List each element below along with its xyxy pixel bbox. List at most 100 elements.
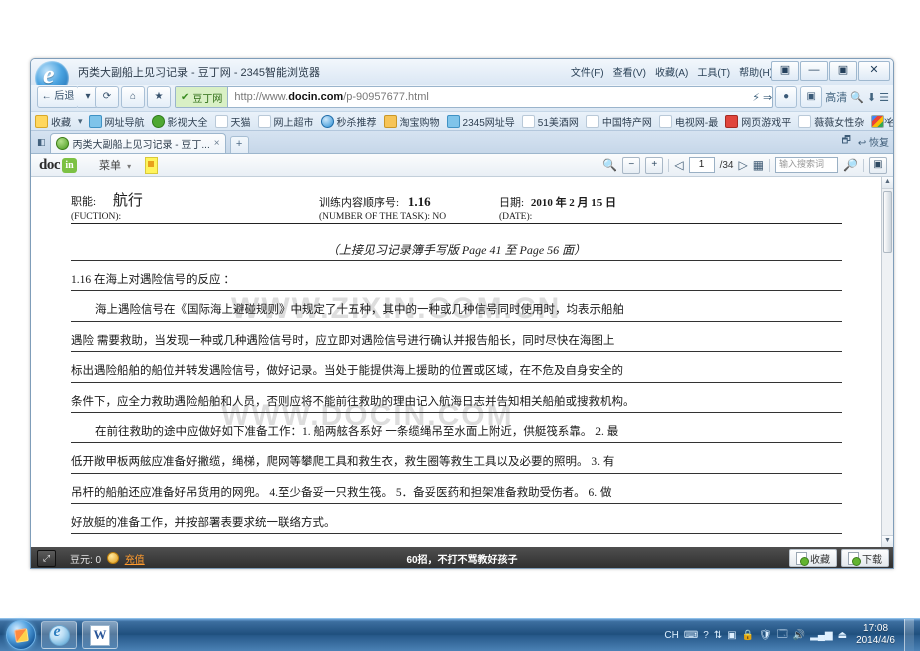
favorite-star-icon[interactable]: ★	[147, 86, 171, 108]
image-mode-icon[interactable]: ▣	[800, 86, 823, 108]
bookmark-label: 网上超市	[273, 117, 314, 129]
tab-label: 丙类大副船上见习记录 - 豆丁...	[72, 140, 210, 151]
bookmark-label: 网页游戏平	[741, 117, 792, 129]
taskbar-item-microsoft-word[interactable]: W	[82, 621, 118, 649]
game-icon	[725, 114, 739, 128]
body-line: 低开敞甲板两舷应准备好撇缆，绳梯，爬网等攀爬工具和救生衣，救生圈等救生工具以及必…	[71, 455, 842, 474]
help-icon[interactable]: ?	[703, 630, 709, 641]
viewer-scrollbar[interactable]: ▲ ▼	[881, 177, 893, 547]
bookmark-item[interactable]: 薇薇女性杂	[798, 114, 864, 129]
navigation-bar: ← 后退 ▾ ⟳ ⌂ ★ ✔ 豆丁网 http://www.docin.com/…	[31, 85, 893, 111]
docin-logo-text: doc	[39, 156, 61, 173]
new-tab-button[interactable]: +	[229, 136, 249, 153]
bookmark-item[interactable]: 2345网址导	[446, 114, 515, 129]
bookmark-item[interactable]: 淘宝购物	[383, 114, 440, 129]
bookmark-item[interactable]: 影视大全	[151, 114, 208, 129]
recharge-link[interactable]: 充值	[125, 555, 145, 566]
window-skin-button[interactable]: ▣	[771, 61, 799, 81]
zoom-out-button[interactable]: −	[622, 156, 641, 174]
bookmark-item[interactable]: 网页游戏平	[725, 114, 791, 129]
app-icon[interactable]: ▣	[727, 630, 736, 641]
menu-help[interactable]: 帮助(H)	[739, 64, 773, 79]
function-en: (FUCTION):	[71, 212, 122, 222]
bookmark-item[interactable]: 秒杀推荐	[320, 114, 377, 129]
docin-logo[interactable]: doc in	[39, 157, 77, 174]
menu-tools[interactable]: 工具(T)	[697, 64, 730, 79]
function-cell: 职能: 航行	[71, 189, 319, 210]
shield-icon[interactable]: 🛡	[759, 630, 772, 641]
bookmark-item[interactable]: 天猫	[214, 114, 251, 129]
minimize-button[interactable]: —	[800, 61, 828, 81]
tab-docin-document[interactable]: 丙类大副船上见习记录 - 豆丁... ×	[49, 133, 226, 153]
add-favorite-button[interactable]: 收藏	[789, 549, 837, 567]
footer-ad-text[interactable]: 60招，不打不骂教好孩子	[406, 551, 517, 566]
folder-icon	[383, 114, 397, 128]
document-content: 职能: 航行 训练内容顺序号: 1.16 日期: 2010 年 2 月 15 日	[71, 189, 842, 547]
reload-icon[interactable]: ⟳	[95, 86, 119, 108]
restore-session-button[interactable]: ↩ 恢复	[858, 134, 889, 149]
volume-icon[interactable]: 🔊	[793, 630, 805, 641]
bookmark-item[interactable]: 51美酒网	[521, 114, 579, 129]
page-number-input[interactable]: 1	[688, 157, 715, 173]
expand-viewer-button[interactable]: ⤢	[37, 549, 56, 567]
menu-favorites[interactable]: 收藏(A)	[655, 64, 688, 79]
bookmark-item[interactable]: 电视网-最	[658, 114, 718, 129]
bookmark-label: 天猫	[230, 117, 251, 129]
download-icon[interactable]: ⬇	[867, 91, 876, 104]
home-icon[interactable]: ⌂	[121, 86, 145, 108]
security-lock-icon[interactable]: 🔒	[742, 630, 754, 641]
menu-file[interactable]: 文件(F)	[571, 64, 604, 79]
download-button[interactable]: 下载	[841, 549, 889, 567]
taskbar-item-internet-explorer[interactable]	[41, 621, 77, 649]
ime-indicator-icon[interactable]: CH	[664, 630, 678, 641]
body-line: 吊杆的船舶还应准备好吊货用的网兜。 4.至少备妥一只救生筏。 5．备妥医药和担架…	[71, 486, 842, 504]
docin-footer-bar: ⤢ 豆元: 0 充值 60招，不打不骂教好孩子 收藏 下载	[31, 547, 893, 568]
bookmark-flag-icon[interactable]	[145, 156, 159, 174]
network-signal-icon[interactable]: ▂▄▆	[810, 630, 832, 641]
bookmarks-overflow-icon[interactable]: »	[884, 115, 890, 127]
bookmark-collection[interactable]: 收藏	[35, 114, 71, 129]
search-go-icon[interactable]: 🔎	[843, 158, 858, 172]
go-arrow-icon[interactable]: ⇒	[763, 91, 772, 104]
security-shield-icon[interactable]: ●	[775, 86, 798, 108]
taskbar-clock[interactable]: 17:08 2014/4/6	[856, 623, 895, 647]
chevron-down-icon[interactable]: ▾	[78, 116, 83, 127]
site-icon	[88, 114, 102, 128]
window-restore-icon[interactable]: 🗗	[841, 133, 850, 150]
search-icon[interactable]: 🔍	[850, 91, 864, 104]
windows-logo-icon	[13, 627, 29, 643]
download-label: 下载	[862, 554, 882, 566]
tab-close-icon[interactable]: ×	[214, 138, 220, 149]
close-button[interactable]: ✕	[858, 61, 890, 81]
next-page-icon[interactable]: ▷	[738, 158, 747, 172]
scroll-down-icon[interactable]: ▼	[882, 535, 893, 547]
maximize-button[interactable]: ▣	[829, 61, 857, 81]
eject-icon[interactable]: ⏏	[838, 630, 847, 641]
menu-view[interactable]: 查看(V)	[613, 64, 646, 79]
scroll-up-icon[interactable]: ▲	[882, 177, 893, 189]
site-identity-badge[interactable]: ✔ 豆丁网	[176, 87, 229, 107]
start-button[interactable]	[6, 620, 36, 650]
monitor-icon[interactable]: 🗔	[777, 627, 788, 644]
browser-menu-icon[interactable]: ☰	[879, 91, 889, 104]
previous-page-icon[interactable]: ◁	[674, 158, 683, 172]
bookmark-item[interactable]: 中国特产网	[585, 114, 652, 129]
address-bar[interactable]: ✔ 豆丁网 http://www.docin.com/p-90957677.ht…	[175, 86, 773, 108]
lightning-icon[interactable]: ⚡	[752, 91, 760, 104]
show-desktop-button[interactable]	[904, 619, 914, 651]
page-icon	[585, 114, 599, 128]
bookmark-item[interactable]: 网址导航	[88, 114, 145, 129]
keyboard-icon[interactable]: ⌨	[684, 630, 698, 641]
document-search-input[interactable]: 输入搜索词	[775, 157, 839, 173]
thumbnail-grid-icon[interactable]: ▦	[753, 158, 764, 172]
zoom-in-button[interactable]: +	[645, 156, 664, 174]
tab-list-icon[interactable]: ◧	[35, 137, 50, 153]
image-mode-label[interactable]: 高清	[825, 89, 847, 105]
fullscreen-button[interactable]: ▣	[869, 156, 887, 174]
zoom-icon[interactable]: 🔍	[602, 158, 617, 172]
scrollbar-thumb[interactable]	[883, 191, 892, 253]
docin-menu-button[interactable]: 菜单 ▾	[99, 157, 131, 173]
back-button[interactable]: ← 后退	[37, 86, 79, 108]
network-transfer-icon[interactable]: ⇅	[714, 630, 722, 641]
bookmark-item[interactable]: 网上超市	[257, 114, 314, 129]
